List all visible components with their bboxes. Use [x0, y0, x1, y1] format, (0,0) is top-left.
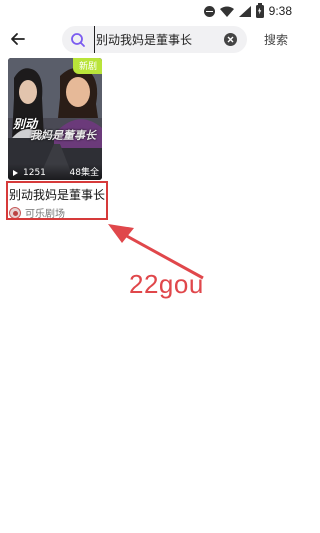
episode-count: 48集全	[69, 168, 99, 178]
drama-poster[interactable]: 新剧 别动 我妈是董事长 1251 48集全	[8, 58, 102, 180]
poster-footer: 1251 48集全	[8, 164, 102, 180]
signal-icon	[238, 5, 251, 17]
poster-title-art: 别动 我妈是董事长	[12, 118, 102, 141]
annotation-text: 22gou	[129, 269, 204, 299]
search-header: 搜索	[0, 26, 300, 54]
new-drama-badge: 新剧	[72, 58, 102, 74]
back-button[interactable]	[8, 29, 28, 49]
battery-icon	[255, 2, 264, 18]
channel-name: 可乐剧场	[25, 209, 65, 220]
search-input[interactable]	[94, 26, 218, 53]
clear-button[interactable]	[224, 33, 237, 46]
status-time: 9:38	[268, 4, 292, 18]
play-icon	[13, 170, 18, 176]
channel-avatar	[9, 206, 21, 219]
search-button[interactable]: 搜索	[264, 31, 288, 48]
back-arrow-icon	[11, 33, 25, 45]
search-result-card[interactable]: 新剧 别动 我妈是董事长 1251 48集全 别动我妈是董事长 可乐剧场	[8, 58, 105, 220]
poster-title-line-2: 我妈是董事长	[30, 129, 96, 142]
close-icon	[227, 36, 234, 43]
drama-title[interactable]: 别动我妈是董事长	[9, 186, 105, 203]
status-bar: 9:38	[0, 0, 300, 22]
do-not-disturb-icon	[203, 5, 215, 17]
play-count: 1251	[23, 168, 46, 178]
search-icon	[71, 33, 85, 47]
channel-row[interactable]: 可乐剧场	[9, 205, 65, 220]
search-box[interactable]	[62, 26, 247, 53]
status-icons: 9:38	[203, 2, 292, 18]
wifi-icon	[219, 6, 234, 17]
